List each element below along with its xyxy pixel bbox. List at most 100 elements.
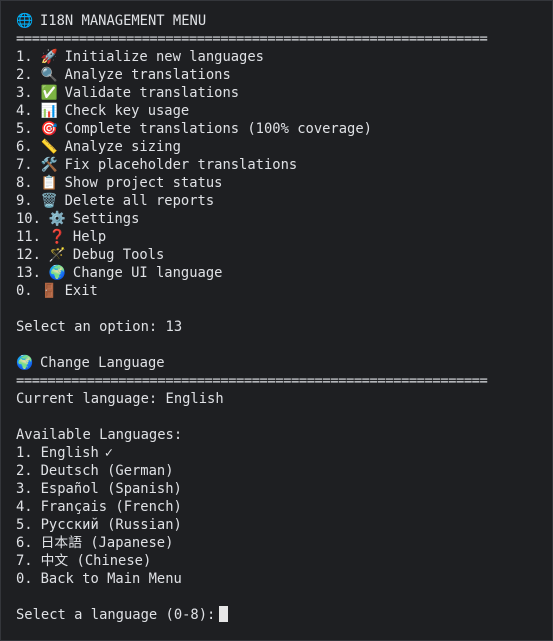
menu-item-number: 11. bbox=[16, 229, 41, 245]
menu-item-delete-reports: 9. 🗑️ Delete all reports bbox=[16, 192, 552, 210]
ruler-icon: 📏 bbox=[40, 139, 58, 155]
language-prompt: Select a language (0-8): bbox=[16, 607, 216, 623]
menu-separator: ========================================… bbox=[16, 31, 488, 47]
checkmark-icon: ✓ bbox=[104, 445, 114, 461]
main-menu-list: 1. 🚀 Initialize new languages 2. 🔍 Analyze t… bbox=[16, 48, 552, 300]
gear-icon: ⚙️ bbox=[48, 211, 67, 227]
menu-item-number: 1. bbox=[16, 49, 33, 65]
language-option-label: English bbox=[40, 445, 99, 461]
menu-item-number: 5. bbox=[16, 121, 33, 137]
language-option-spanish: 3. Español (Spanish) bbox=[16, 480, 552, 498]
menu-item-complete: 5. 🎯 Complete translations (100% coverage) bbox=[16, 120, 552, 138]
tools-icon: 🛠️ bbox=[40, 157, 58, 173]
language-option-label: Español (Spanish) bbox=[40, 481, 182, 497]
language-option-number: 6. bbox=[16, 535, 33, 551]
menu-item-debug: 12. 🪄 Debug Tools bbox=[16, 246, 552, 264]
menu-item-number: 12. bbox=[16, 247, 41, 263]
terminal-window[interactable]: 🌐 I18N MANAGEMENT MENU ==================… bbox=[0, 0, 553, 641]
menu-item-number: 2. bbox=[16, 67, 33, 83]
menu-item-label: Debug Tools bbox=[72, 247, 165, 263]
menu-item-label: Show project status bbox=[64, 175, 223, 191]
menu-item-label: Exit bbox=[64, 283, 98, 299]
menu-item-label: Settings bbox=[72, 211, 140, 227]
language-option-label: Deutsch (German) bbox=[40, 463, 174, 479]
menu-item-label: Help bbox=[72, 229, 107, 245]
language-option-number: 4. bbox=[16, 499, 33, 515]
menu-item-exit: 0. 🚪 Exit bbox=[16, 282, 552, 300]
door-icon: 🚪 bbox=[40, 283, 58, 299]
bar-chart-icon: 📊 bbox=[40, 103, 58, 119]
menu-title: I18N MANAGEMENT MENU bbox=[40, 13, 207, 29]
menu-item-validate: 3. ✅ Validate translations bbox=[16, 84, 552, 102]
menu-item-number: 7. bbox=[16, 157, 33, 173]
language-title-line: 🌍 Change Language bbox=[16, 354, 552, 372]
language-option-number: 3. bbox=[16, 481, 33, 497]
language-list: 1. English ✓ 2. Deutsch (German) 3. Español … bbox=[16, 444, 552, 588]
menu-item-number: 4. bbox=[16, 103, 33, 119]
language-option-number: 5. bbox=[16, 517, 33, 533]
language-option-label: Русский (Russian) bbox=[40, 517, 182, 533]
menu-item-status: 8. 📋 Show project status bbox=[16, 174, 552, 192]
language-option-english: 1. English ✓ bbox=[16, 444, 552, 462]
menu-item-label: Complete translations (100% coverage) bbox=[64, 121, 372, 137]
language-title: Change Language bbox=[40, 355, 165, 371]
menu-item-change-language: 13. 🌍 Change UI language bbox=[16, 264, 552, 282]
target-icon: 🎯 bbox=[40, 121, 58, 137]
menu-item-sizing: 6. 📏 Analyze sizing bbox=[16, 138, 552, 156]
language-option-number: 7. bbox=[16, 553, 33, 569]
language-separator: ========================================… bbox=[16, 373, 488, 389]
earth-globe-icon: 🌍 bbox=[16, 355, 34, 371]
menu-item-number: 6. bbox=[16, 139, 33, 155]
language-option-french: 4. Français (French) bbox=[16, 498, 552, 516]
language-option-number: 0. bbox=[16, 571, 33, 587]
menu-item-number: 0. bbox=[16, 283, 33, 299]
language-option-label: Français (French) bbox=[40, 499, 182, 515]
menu-item-number: 3. bbox=[16, 85, 33, 101]
text-cursor[interactable] bbox=[219, 606, 229, 622]
language-prompt-line[interactable]: Select a language (0-8): bbox=[16, 606, 552, 624]
menu-item-number: 13. bbox=[16, 265, 41, 281]
current-language: Current language: English bbox=[16, 391, 224, 407]
menu-item-label: Fix placeholder translations bbox=[64, 157, 298, 173]
language-option-label: 中文 (Chinese) bbox=[40, 553, 152, 569]
language-option-german: 2. Deutsch (German) bbox=[16, 462, 552, 480]
menu-item-number: 8. bbox=[16, 175, 33, 191]
language-option-number: 1. bbox=[16, 445, 33, 461]
menu-item-label: Change UI language bbox=[72, 265, 223, 281]
available-languages-header: Available Languages: bbox=[16, 427, 183, 443]
menu-item-label: Validate translations bbox=[64, 85, 240, 101]
menu-item-label: Analyze translations bbox=[64, 67, 231, 83]
language-option-chinese: 7. 中文 (Chinese) bbox=[16, 552, 552, 570]
menu-item-settings: 10. ⚙️ Settings bbox=[16, 210, 552, 228]
language-option-japanese: 6. 日本語 (Japanese) bbox=[16, 534, 552, 552]
language-option-label: 日本語 (Japanese) bbox=[40, 535, 174, 551]
menu-item-label: Check key usage bbox=[64, 103, 190, 119]
trash-icon: 🗑️ bbox=[40, 193, 58, 209]
magnifier-icon: 🔍 bbox=[40, 67, 58, 83]
language-option-russian: 5. Русский (Russian) bbox=[16, 516, 552, 534]
menu-item-number: 9. bbox=[16, 193, 33, 209]
check-mark-icon: ✅ bbox=[40, 85, 58, 101]
menu-item-label: Initialize new languages bbox=[64, 49, 264, 65]
menu-item-help: 11. ❓ Help bbox=[16, 228, 552, 246]
menu-item-key-usage: 4. 📊 Check key usage bbox=[16, 102, 552, 120]
menu-item-initialize: 1. 🚀 Initialize new languages bbox=[16, 48, 552, 66]
menu-item-label: Delete all reports bbox=[64, 193, 215, 209]
language-option-back: 0. Back to Main Menu bbox=[16, 570, 552, 588]
language-option-label: Back to Main Menu bbox=[40, 571, 182, 587]
globe-icon: 🌐 bbox=[16, 13, 34, 29]
menu-item-number: 10. bbox=[16, 211, 41, 227]
magic-wand-icon: 🪄 bbox=[48, 247, 67, 263]
menu-title-line: 🌐 I18N MANAGEMENT MENU bbox=[16, 12, 552, 30]
menu-item-label: Analyze sizing bbox=[64, 139, 181, 155]
menu-item-fix-placeholders: 7. 🛠️ Fix placeholder translations bbox=[16, 156, 552, 174]
clipboard-icon: 📋 bbox=[40, 175, 58, 191]
menu-item-analyze: 2. 🔍 Analyze translations bbox=[16, 66, 552, 84]
menu-prompt: Select an option: 13 bbox=[16, 319, 183, 335]
question-mark-icon: ❓ bbox=[48, 229, 67, 245]
language-option-number: 2. bbox=[16, 463, 33, 479]
